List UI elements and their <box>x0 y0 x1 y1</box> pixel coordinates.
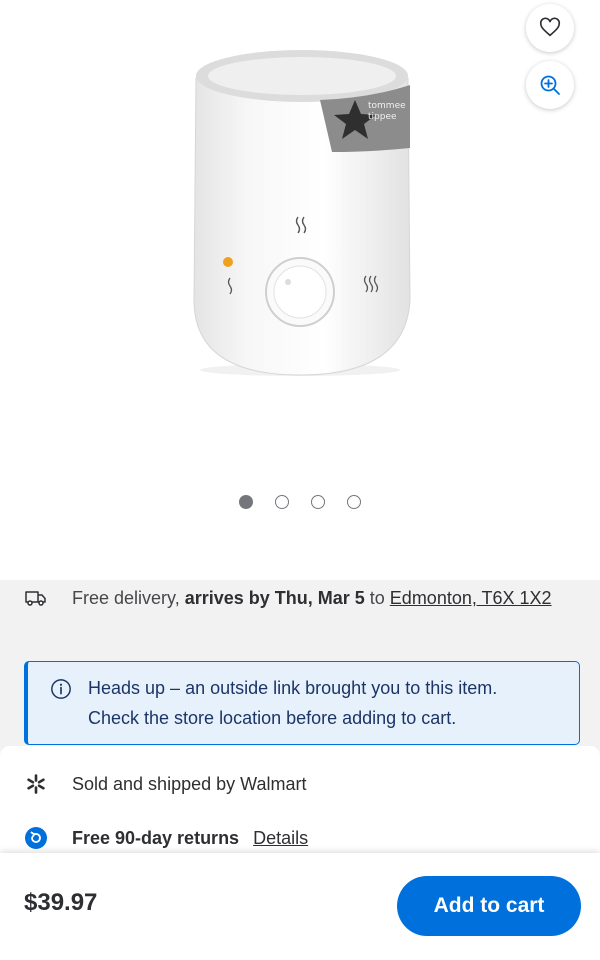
product-image-gallery[interactable]: tommee tippee <box>0 0 600 509</box>
heart-icon <box>539 17 561 37</box>
delivery-prefix: Free delivery, <box>72 588 185 608</box>
seller-row: Sold and shipped by Walmart <box>24 772 306 796</box>
notice-line-1: Heads up – an outside link brought you t… <box>88 678 498 698</box>
seller-returns-card: Sold and shipped by Walmart Free 90-day … <box>0 746 600 870</box>
carousel-dots <box>0 495 600 509</box>
carousel-dot[interactable] <box>311 495 325 509</box>
fulfillment-section: Free delivery, arrives by Thu, Mar 5 to … <box>0 580 600 870</box>
seller-text: Sold and shipped by Walmart <box>72 773 307 794</box>
returns-row: Free 90-day returns Details <box>24 826 308 850</box>
delivery-date: arrives by Thu, Mar 5 <box>184 588 365 608</box>
carousel-dot[interactable] <box>347 495 361 509</box>
carousel-dot[interactable] <box>275 495 289 509</box>
product-image[interactable]: tommee tippee <box>170 30 430 390</box>
notice-line-2: Check the store location before adding t… <box>88 708 457 728</box>
delivery-to: to <box>364 588 390 608</box>
truck-icon <box>25 591 46 606</box>
add-to-cart-button[interactable]: Add to cart <box>397 876 581 936</box>
zoom-button[interactable] <box>526 61 574 109</box>
returns-icon <box>25 827 47 849</box>
sticky-buy-bar: $39.97 Add to cart <box>0 853 600 960</box>
svg-text:tippee: tippee <box>368 112 397 122</box>
delivery-info: Free delivery, arrives by Thu, Mar 5 to … <box>24 586 584 610</box>
info-icon <box>51 679 71 699</box>
delivery-location-link[interactable]: Edmonton, T6X 1X2 <box>390 588 552 608</box>
favorite-button[interactable] <box>526 4 574 52</box>
zoom-in-icon <box>540 75 560 95</box>
brand-logo: tommee <box>368 101 406 111</box>
walmart-spark-icon <box>27 774 45 794</box>
price: $39.97 <box>24 889 98 916</box>
returns-text: Free 90-day returns <box>72 827 240 848</box>
carousel-dot[interactable] <box>239 495 253 509</box>
outside-link-notice: Heads up – an outside link brought you t… <box>24 661 580 745</box>
returns-details-link[interactable]: Details <box>253 828 308 849</box>
